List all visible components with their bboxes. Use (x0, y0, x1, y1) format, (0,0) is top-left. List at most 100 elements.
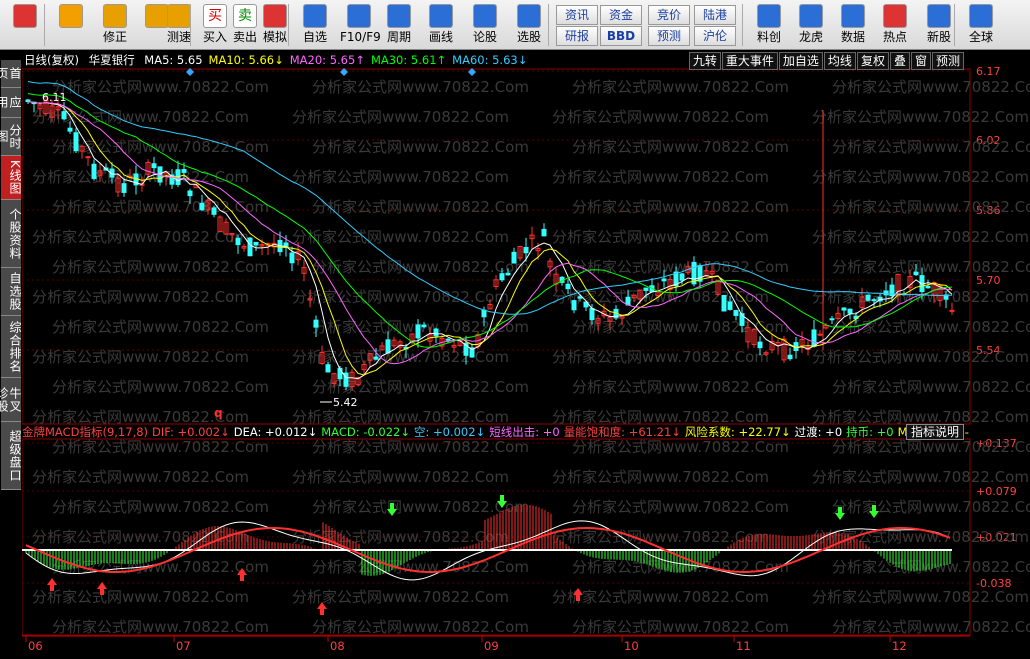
watermark: 分析家公式网www.70822.Com (552, 108, 769, 126)
watermark: 分析家公式网www.70822.Com (312, 258, 529, 276)
candle-body (721, 294, 727, 312)
toolbar-button-12[interactable]: 论股 (466, 2, 504, 48)
candle-body (865, 294, 871, 301)
toolbar-button-14[interactable]: 料创 (750, 2, 788, 48)
high-price-annotation: 6.11 (42, 91, 67, 104)
toolbar-button-8[interactable]: 自选 (296, 2, 334, 48)
toolbar-button-10[interactable]: 周期 (380, 2, 418, 48)
low-price-annotation: 5.42 (333, 396, 358, 409)
chart-button-3[interactable]: 均线 (823, 52, 856, 70)
toolbar-button-16[interactable]: 数据 (834, 2, 872, 48)
watermark: 分析家公式网www.70822.Com (832, 78, 1030, 96)
hammer-icon (263, 4, 287, 28)
chart-header: 日线(复权) 华夏银行 MA5: 5.65 MA10: 5.66↓ MA20: 5.… (24, 52, 539, 68)
toolbar-button-4[interactable]: 测速 (160, 2, 198, 48)
indicator-explain-button[interactable]: 指标说明 (905, 424, 964, 440)
left-tab-1[interactable]: 应用 (0, 88, 22, 118)
candle-body (829, 318, 835, 321)
watermark: 分析家公式网www.70822.Com (812, 108, 1029, 126)
candle-body (679, 273, 685, 281)
candle-body (787, 354, 793, 360)
candle-body (727, 301, 733, 310)
toolbar-button-2[interactable]: 修正 (96, 2, 134, 48)
watermark: 分析家公式网www.70822.Com (572, 138, 789, 156)
candle-body (85, 156, 91, 159)
toolbar-button-19[interactable]: 全球 (962, 2, 1000, 48)
watermark: 分析家公式网www.70822.Com (812, 588, 1029, 606)
toolbar-small-button-0[interactable]: 资讯 (556, 5, 598, 25)
chart-button-4[interactable]: 复权 (856, 52, 889, 70)
candle-body (847, 308, 853, 314)
toolbar-button-9[interactable]: F10/F9 (340, 2, 381, 48)
indicator-tick-label: +0.079 (976, 485, 1017, 498)
chart-button-bar: 九转 重大事件 加自选 均线 复权叠窗预测 (688, 52, 964, 70)
watermark: 分析家公式网www.70822.Com (312, 558, 529, 576)
kline-chart[interactable]: 6.176.025.865.705.54+0.137+0.079+0.021-0… (21, 50, 1030, 659)
left-tab-3[interactable]: K线图 (1, 156, 22, 200)
indicator-label-8: 过渡: +0 (794, 425, 843, 439)
candle-body (211, 207, 217, 215)
toolbar-small-button-2[interactable]: 竞价 (648, 5, 690, 25)
watermark: 分析家公式网www.70822.Com (32, 348, 249, 366)
toolbar-button-15[interactable]: 龙虎 (792, 2, 830, 48)
candle-body (505, 272, 511, 276)
toolbar-button-13[interactable]: 选股 (510, 2, 548, 48)
watermark: 分析家公式网www.70822.Com (292, 288, 509, 306)
indicator-label-2: DEA: +0.012↓ (233, 425, 318, 439)
candle-body (565, 283, 571, 290)
candle-body (661, 278, 667, 282)
chart-button-0[interactable]: 九转 (688, 52, 721, 70)
watermark: 分析家公式网www.70822.Com (832, 498, 1030, 516)
candle-body (571, 300, 577, 311)
indicator-label-9: 持币: +0 (846, 425, 894, 439)
watermark: 分析家公式网www.70822.Com (52, 438, 269, 456)
candle-body (67, 127, 73, 132)
watermark: 分析家公式网www.70822.Com (832, 558, 1030, 576)
left-tab-7[interactable]: 牛叉诊股 (0, 378, 22, 422)
date-label: 08 (330, 639, 345, 653)
toolbar-button-17[interactable]: 热点 (876, 2, 914, 48)
toolbar-small-button-4[interactable]: 研报 (556, 26, 598, 46)
chart-button-1[interactable]: 重大事件 (721, 52, 778, 70)
left-tab-6[interactable]: 综合排名 (1, 316, 22, 378)
candle-body (949, 309, 955, 312)
candle-body (253, 241, 259, 246)
toolbar-button-label: 论股 (472, 30, 497, 44)
toolbar-button-label: 龙虎 (798, 30, 823, 44)
left-tab-0[interactable]: 首页 (0, 60, 22, 88)
chart-button-6[interactable]: 窗 (910, 52, 931, 70)
chart-button-7[interactable]: 预测 (931, 52, 964, 70)
left-tab-5[interactable]: 自选股 (1, 268, 22, 316)
chart-button-2[interactable]: 加自选 (778, 52, 823, 70)
toolbar-button-0[interactable] (6, 2, 44, 48)
period-label: 日线(复权) (24, 53, 79, 67)
left-tab-4[interactable]: 个股资料 (1, 200, 22, 268)
pe-icon (841, 4, 865, 28)
toolbar-button-11[interactable]: 画线 (422, 2, 460, 48)
toolbar-separator (190, 4, 191, 46)
toolbar-small-button-6[interactable]: 预测 (648, 26, 690, 46)
toolbar-button-18[interactable]: 新股 (920, 2, 958, 48)
chart-button-5[interactable]: 叠 (889, 52, 910, 70)
toolbar-small-button-3[interactable]: 陆港 (694, 5, 736, 25)
watermark: 分析家公式网www.70822.Com (52, 198, 269, 216)
toolbar-separator (44, 4, 45, 46)
toolbar-small-button-5[interactable]: BBD (600, 26, 642, 46)
watermark: 分析家公式网www.70822.Com (572, 438, 789, 456)
watermark: 分析家公式网www.70822.Com (552, 228, 769, 246)
toolbar-button-1[interactable] (52, 2, 90, 48)
toolbar-button-label: 热点 (882, 30, 907, 44)
toolbar-button-label: 选股 (516, 30, 541, 44)
candle-body (757, 341, 763, 349)
candle-body (733, 310, 739, 316)
q-marker: q (214, 406, 223, 420)
lun-icon (473, 4, 497, 28)
toolbar-small-button-1[interactable]: 资金 (600, 5, 642, 25)
candle-body (235, 237, 241, 246)
toolbar-small-button-7[interactable]: 沪伦 (694, 26, 736, 46)
candle-body (199, 202, 205, 211)
left-tab-2[interactable]: 分时图 (0, 118, 22, 156)
left-tab-8[interactable]: 超级盘口 (1, 422, 22, 490)
toolbar-button-label: 修正 (102, 30, 127, 44)
watermark: 分析家公式网www.70822.Com (312, 138, 529, 156)
